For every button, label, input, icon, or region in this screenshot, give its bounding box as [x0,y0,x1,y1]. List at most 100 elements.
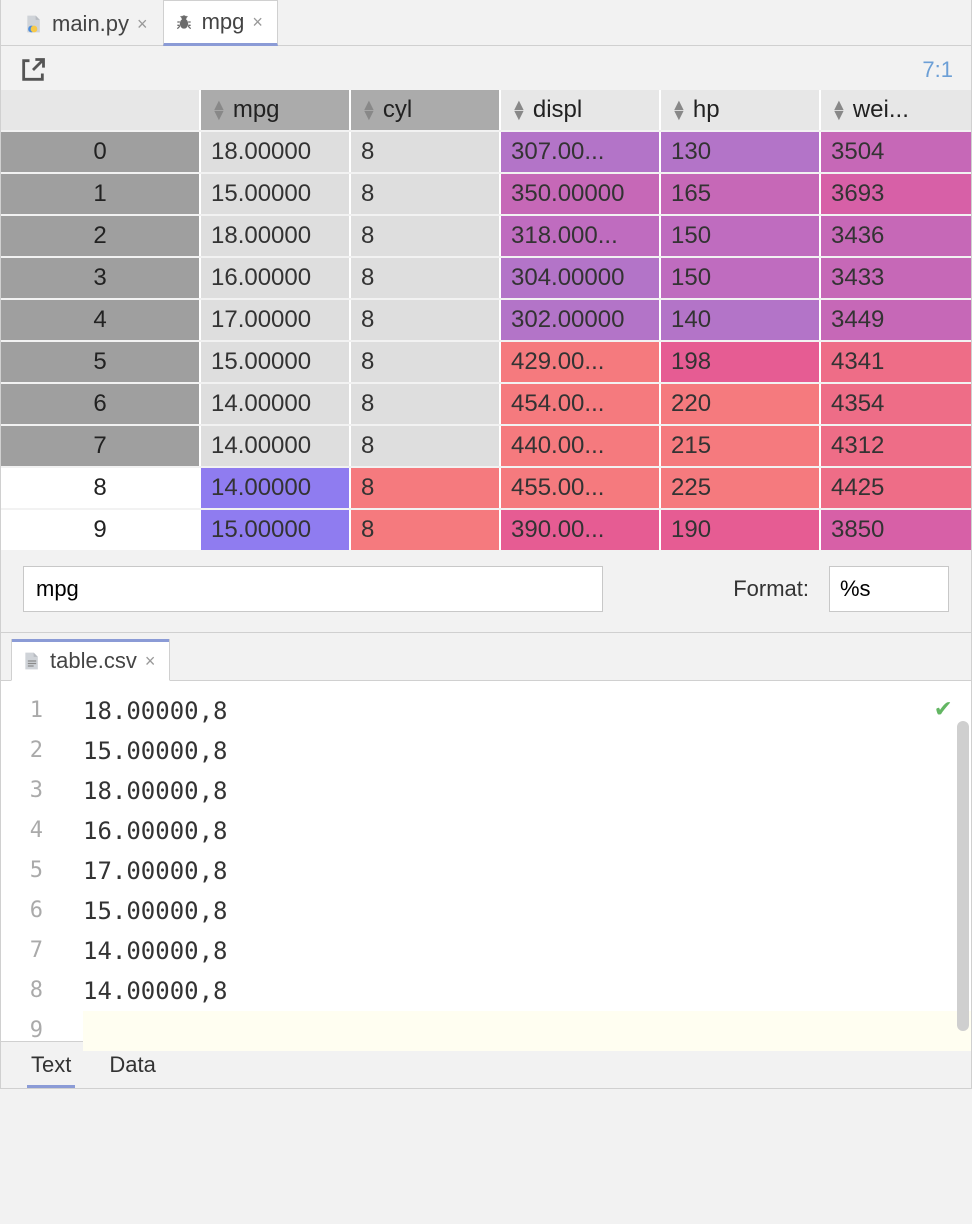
cell[interactable]: 350.00000 [501,174,661,214]
cell[interactable]: 198 [661,342,821,382]
cell[interactable]: 190 [661,510,821,550]
cell[interactable]: 3433 [821,258,971,298]
cell[interactable]: 3 [1,258,201,298]
bottom-tab-data[interactable]: Data [109,1052,155,1078]
col-header-hp[interactable]: ▲▼hp [661,90,821,130]
cell[interactable]: 304.00000 [501,258,661,298]
cell[interactable]: 4341 [821,342,971,382]
cell[interactable]: 3504 [821,132,971,172]
cell[interactable]: 18.00000 [201,216,351,256]
code-line[interactable]: 17.00000,8 [83,851,971,891]
tab-mpg[interactable]: mpg × [163,0,278,46]
cell[interactable]: 429.00... [501,342,661,382]
cell[interactable]: 307.00... [501,132,661,172]
col-header-cyl[interactable]: ▲▼cyl [351,90,501,130]
cell[interactable]: 8 [351,132,501,172]
cell[interactable]: 8 [351,426,501,466]
cell[interactable]: 14.00000 [201,426,351,466]
cell[interactable]: 9 [1,510,201,550]
code-line[interactable]: 15.00000,8 [83,731,971,771]
close-icon[interactable]: × [145,651,156,672]
table-row[interactable]: 714.000008440.00...2154312 [1,426,971,466]
cell[interactable]: 18.00000 [201,132,351,172]
cell[interactable]: 16.00000 [201,258,351,298]
tab-main-py[interactable]: main.py × [13,2,163,45]
col-header-wei[interactable]: ▲▼wei... [821,90,971,130]
cell[interactable]: 8 [1,468,201,508]
scrollbar[interactable] [957,721,969,1031]
cell[interactable]: 14.00000 [201,468,351,508]
code-line[interactable] [83,1011,971,1051]
cell[interactable]: 454.00... [501,384,661,424]
bottom-tab-text[interactable]: Text [31,1052,71,1078]
code-line[interactable]: 18.00000,8 [83,691,971,731]
cell[interactable]: 8 [351,258,501,298]
tab-table-csv[interactable]: table.csv × [11,639,170,681]
cell[interactable]: 8 [351,174,501,214]
editor-area[interactable]: 123456789 ✔ 18.00000,815.00000,818.00000… [1,681,971,1041]
close-icon[interactable]: × [252,12,263,33]
cell[interactable]: 318.000... [501,216,661,256]
table-row[interactable]: 218.000008318.000...1503436 [1,216,971,256]
cell[interactable]: 8 [351,468,501,508]
table-row[interactable]: 316.000008304.000001503433 [1,258,971,298]
cell[interactable]: 150 [661,258,821,298]
cell[interactable]: 15.00000 [201,510,351,550]
cell[interactable]: 8 [351,300,501,340]
cell[interactable]: 8 [351,342,501,382]
cell[interactable]: 7 [1,426,201,466]
cell[interactable]: 130 [661,132,821,172]
cell[interactable]: 3449 [821,300,971,340]
cell[interactable]: 4354 [821,384,971,424]
cell[interactable]: 3436 [821,216,971,256]
table-row[interactable]: 915.000008390.00...1903850 [1,510,971,550]
cell[interactable]: 440.00... [501,426,661,466]
data-table[interactable]: ▲▼mpg ▲▼cyl ▲▼displ ▲▼hp ▲▼wei... 018.00… [1,88,971,552]
cell[interactable]: 15.00000 [201,342,351,382]
cell[interactable]: 1 [1,174,201,214]
cell[interactable]: 225 [661,468,821,508]
cell[interactable]: 6 [1,384,201,424]
cell[interactable]: 15.00000 [201,174,351,214]
cell[interactable]: 390.00... [501,510,661,550]
code-line[interactable]: 18.00000,8 [83,771,971,811]
cell[interactable]: 2 [1,216,201,256]
cell[interactable]: 150 [661,216,821,256]
table-row[interactable]: 814.000008455.00...2254425 [1,468,971,508]
cell[interactable]: 8 [351,384,501,424]
index-header[interactable] [1,90,201,130]
code-line[interactable]: 14.00000,8 [83,931,971,971]
cell[interactable]: 8 [351,216,501,256]
code-content[interactable]: ✔ 18.00000,815.00000,818.00000,816.00000… [61,681,971,1041]
cell[interactable]: 302.00000 [501,300,661,340]
cell[interactable]: 17.00000 [201,300,351,340]
cell[interactable]: 3850 [821,510,971,550]
cell[interactable]: 4312 [821,426,971,466]
col-header-displ[interactable]: ▲▼displ [501,90,661,130]
table-row[interactable]: 115.000008350.000001653693 [1,174,971,214]
close-icon[interactable]: × [137,14,148,35]
cell[interactable]: 8 [351,510,501,550]
cell[interactable]: 455.00... [501,468,661,508]
cell[interactable]: 215 [661,426,821,466]
table-row[interactable]: 018.000008307.00...1303504 [1,132,971,172]
cell[interactable]: 0 [1,132,201,172]
popout-icon[interactable] [19,56,47,84]
code-line[interactable]: 16.00000,8 [83,811,971,851]
table-row[interactable]: 515.000008429.00...1984341 [1,342,971,382]
format-input[interactable] [829,566,949,612]
filter-input[interactable] [23,566,603,612]
cell[interactable]: 220 [661,384,821,424]
cell[interactable]: 14.00000 [201,384,351,424]
code-line[interactable]: 14.00000,8 [83,971,971,1011]
cell[interactable]: 5 [1,342,201,382]
cell[interactable]: 4425 [821,468,971,508]
table-row[interactable]: 417.000008302.000001403449 [1,300,971,340]
code-line[interactable]: 15.00000,8 [83,891,971,931]
cell[interactable]: 4 [1,300,201,340]
cell[interactable]: 3693 [821,174,971,214]
col-header-mpg[interactable]: ▲▼mpg [201,90,351,130]
table-row[interactable]: 614.000008454.00...2204354 [1,384,971,424]
cell[interactable]: 165 [661,174,821,214]
cell[interactable]: 140 [661,300,821,340]
